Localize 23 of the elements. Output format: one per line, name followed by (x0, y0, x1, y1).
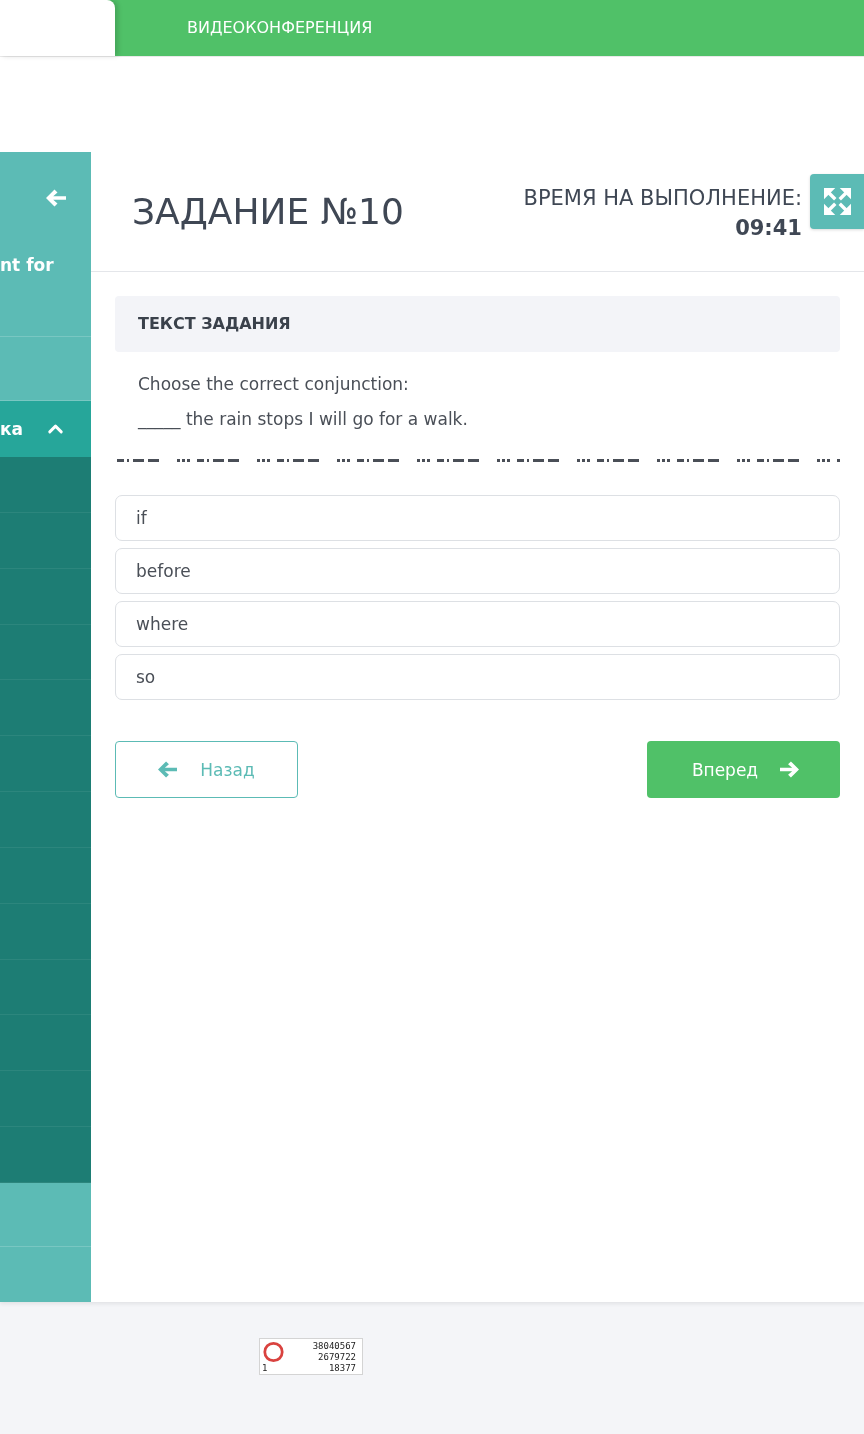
counter-value: 18377 (328, 1363, 356, 1374)
counter-value: 38040567 (312, 1341, 356, 1352)
question-text: _____ the rain stops I will go for a walk. (138, 408, 469, 432)
hit-counter[interactable]: 1 38040567 2679722 18377 (259, 1338, 363, 1375)
task-text-heading: ТЕКСТ ЗАДАНИЯ (115, 296, 840, 352)
arrow-left-icon (158, 760, 178, 779)
timer-label: ВРЕМЯ НА ВЫПОЛНЕНИЕ: (523, 185, 802, 212)
expand-icon (823, 188, 851, 215)
question-text: Choose the correct conjunction: (138, 373, 410, 396)
answer-option[interactable]: where (115, 601, 840, 647)
timer-value: 09:41 (734, 215, 802, 242)
counter-value: 2679722 (318, 1352, 356, 1363)
fullscreen-button[interactable] (810, 174, 864, 229)
answer-option[interactable]: so (115, 654, 840, 700)
counter-value: 1 (262, 1363, 268, 1374)
sidebar-title: nt for (0, 254, 54, 277)
task-title: ЗАДАНИЕ №10 (132, 190, 404, 234)
arrow-right-icon (780, 760, 800, 779)
answer-option[interactable]: before (115, 548, 840, 594)
ring-icon (262, 1341, 285, 1363)
chevron-up-icon[interactable] (47, 422, 64, 436)
back-arrow-icon[interactable] (44, 188, 68, 208)
answer-option[interactable]: if (115, 495, 840, 541)
